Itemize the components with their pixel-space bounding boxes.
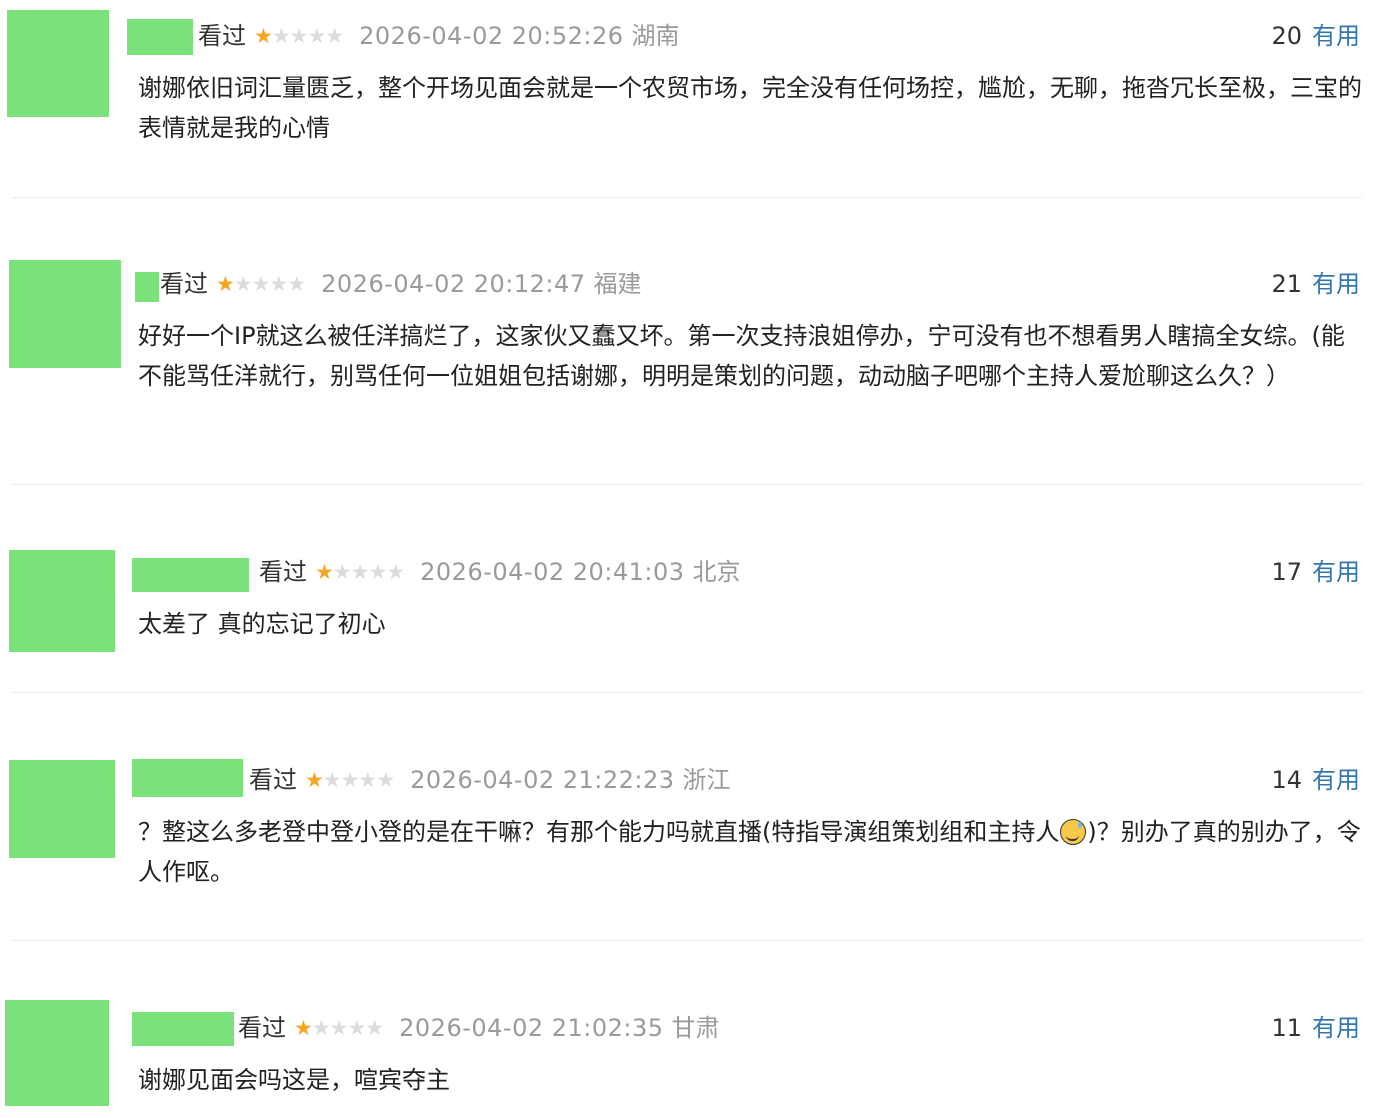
star-empty-icon: ★: [365, 1016, 384, 1040]
review-content-part: ？整这么多老登中登小登的是在干嘛？有那个能力吗就直播(特指导演组策划组和主持人: [138, 818, 1060, 846]
useful-button[interactable]: 有用: [1312, 1014, 1360, 1042]
vote-count: 20: [1271, 22, 1302, 50]
rating-stars: ★ ★ ★ ★ ★: [216, 267, 306, 301]
review-meta: 看过 ★ ★ ★ ★ ★ 2026-04-02 21:22:23 浙江: [249, 763, 731, 797]
review-content: 谢娜依旧词汇量匮乏，整个开场见面会就是一个农贸市场，完全没有任何场控，尴尬，无聊…: [138, 74, 1362, 142]
review-time: 2026-04-02 21:02:35: [399, 1014, 664, 1042]
rating-stars: ★ ★ ★ ★ ★: [305, 763, 395, 797]
vote-area: 21 有用: [1271, 267, 1360, 301]
star-empty-icon: ★: [289, 24, 309, 48]
review-content: 谢娜见面会吗这是，喧宾夺主: [138, 1066, 450, 1094]
useful-button[interactable]: 有用: [1312, 766, 1360, 794]
rating-stars: ★ ★ ★ ★ ★: [294, 1011, 384, 1045]
star-empty-icon: ★: [332, 560, 352, 584]
star-empty-icon: ★: [251, 272, 271, 296]
review-meta: 看过 ★ ★ ★ ★ ★ 2026-04-02 20:12:47 福建: [160, 267, 642, 301]
avatar[interactable]: [7, 10, 109, 117]
star-filled-icon: ★: [305, 768, 324, 792]
star-filled-icon: ★: [254, 24, 273, 48]
divider: [12, 692, 1362, 693]
useful-button[interactable]: 有用: [1312, 22, 1360, 50]
rating-stars: ★ ★ ★ ★ ★: [315, 555, 405, 589]
review-region: 北京: [692, 558, 741, 586]
watch-status: 看过: [249, 766, 297, 794]
review-region: 福建: [593, 270, 642, 298]
review-time: 2026-04-02 20:52:26: [359, 22, 624, 50]
avatar[interactable]: [9, 260, 121, 368]
username-mask[interactable]: [127, 19, 193, 55]
username-mask[interactable]: [132, 1012, 234, 1046]
vote-area: 20 有用: [1271, 19, 1360, 53]
star-empty-icon: ★: [269, 272, 288, 296]
star-filled-icon: ★: [315, 560, 334, 584]
review-region: 浙江: [682, 766, 731, 794]
rating-stars: ★ ★ ★ ★ ★: [254, 19, 344, 53]
star-empty-icon: ★: [322, 768, 342, 792]
useful-button[interactable]: 有用: [1312, 270, 1360, 298]
star-empty-icon: ★: [386, 560, 405, 584]
watch-status: 看过: [198, 22, 246, 50]
divider: [12, 484, 1362, 485]
useful-button[interactable]: 有用: [1312, 558, 1360, 586]
star-filled-icon: ★: [216, 272, 235, 296]
star-empty-icon: ★: [325, 24, 344, 48]
star-empty-icon: ★: [287, 272, 306, 296]
vote-area: 14 有用: [1271, 763, 1360, 797]
review-time: 2026-04-02 20:41:03: [420, 558, 685, 586]
star-empty-icon: ★: [329, 1016, 349, 1040]
username-mask[interactable]: [135, 272, 159, 302]
vote-count: 21: [1271, 270, 1302, 298]
star-empty-icon: ★: [271, 24, 291, 48]
star-empty-icon: ★: [358, 768, 377, 792]
review-content: 太差了 真的忘记了初心: [138, 610, 386, 638]
watch-status: 看过: [259, 558, 307, 586]
review-region: 甘肃: [671, 1014, 720, 1042]
star-empty-icon: ★: [347, 1016, 366, 1040]
review-meta: 看过 ★ ★ ★ ★ ★ 2026-04-02 20:52:26 湖南: [198, 19, 680, 53]
star-filled-icon: ★: [294, 1016, 313, 1040]
avatar[interactable]: [9, 550, 115, 652]
divider: [12, 197, 1362, 198]
review-content: 好好一个IP就这么被任洋搞烂了，这家伙又蠢又坏。第一次支持浪姐停办，宁可没有也不…: [138, 322, 1345, 390]
review-meta: 看过 ★ ★ ★ ★ ★ 2026-04-02 21:02:35 甘肃: [238, 1011, 720, 1045]
username-mask[interactable]: [132, 759, 243, 797]
star-empty-icon: ★: [376, 768, 395, 792]
avatar[interactable]: [5, 1000, 109, 1106]
watch-status: 看过: [238, 1014, 286, 1042]
star-empty-icon: ★: [311, 1016, 331, 1040]
username-mask[interactable]: [132, 558, 249, 592]
review-time: 2026-04-02 20:12:47: [321, 270, 586, 298]
star-empty-icon: ★: [350, 560, 370, 584]
review-meta: 看过 ★ ★ ★ ★ ★ 2026-04-02 20:41:03 北京: [259, 555, 741, 589]
vote-count: 11: [1271, 1014, 1302, 1042]
review-region: 湖南: [631, 22, 680, 50]
review-time: 2026-04-02 21:22:23: [410, 766, 675, 794]
review-content: ？整这么多老登中登小登的是在干嘛？有那个能力吗就直播(特指导演组策划组和主持人)…: [138, 812, 1364, 892]
divider: [12, 940, 1362, 941]
star-empty-icon: ★: [307, 24, 326, 48]
watch-status: 看过: [160, 270, 208, 298]
star-empty-icon: ★: [340, 768, 360, 792]
vote-area: 17 有用: [1271, 555, 1360, 589]
star-empty-icon: ★: [233, 272, 253, 296]
star-empty-icon: ★: [368, 560, 387, 584]
vote-area: 11 有用: [1271, 1011, 1360, 1045]
avatar[interactable]: [9, 760, 115, 858]
vote-count: 14: [1271, 766, 1302, 794]
vote-count: 17: [1271, 558, 1302, 586]
sweat-smile-emoji-icon: [1060, 819, 1087, 845]
